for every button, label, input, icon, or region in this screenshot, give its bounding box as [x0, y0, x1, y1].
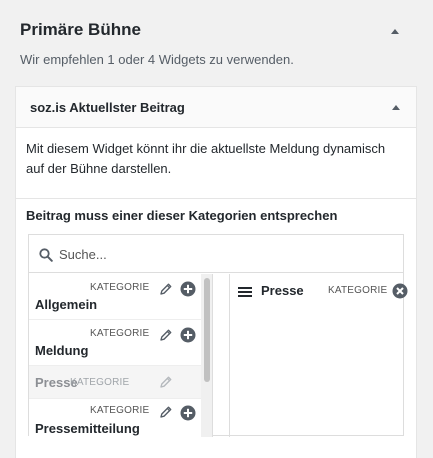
divider: [16, 198, 416, 199]
scrollbar[interactable]: [201, 274, 212, 437]
list-item-disabled: Presse KATEGORIE: [29, 366, 201, 399]
search-bar: [29, 235, 403, 273]
item-type-label: KATEGORIE: [90, 328, 150, 339]
search-icon: [39, 248, 53, 262]
selected-list: Presse KATEGORIE: [229, 274, 408, 437]
plus-circle-icon[interactable]: [180, 327, 196, 343]
list-item[interactable]: KATEGORIE Pressemitteilung: [29, 399, 201, 437]
pencil-icon[interactable]: [159, 328, 173, 342]
list-item[interactable]: KATEGORIE Allgemein: [29, 274, 201, 320]
sidebar-area-header[interactable]: Primäre Bühne Wir empfehlen 1 oder 4 Wid…: [0, 0, 433, 80]
remove-circle-icon[interactable]: [392, 283, 408, 299]
pencil-icon[interactable]: [159, 282, 173, 296]
item-name: Allgemein: [35, 297, 98, 312]
drag-handle-icon[interactable]: [238, 287, 252, 297]
selected-item-name: Presse: [261, 283, 304, 298]
sidebar-area-description: Wir empfehlen 1 oder 4 Widgets zu verwen…: [20, 52, 294, 67]
item-name: Meldung: [35, 343, 89, 358]
item-type-label: KATEGORIE: [90, 405, 150, 416]
collapse-triangle-icon[interactable]: [390, 101, 402, 113]
selected-item-type: KATEGORIE: [328, 285, 388, 296]
pencil-icon: [160, 376, 172, 388]
category-field-label: Beitrag muss einer dieser Kategorien ent…: [26, 208, 338, 223]
item-name: Pressemitteilung: [35, 421, 140, 436]
search-input[interactable]: [59, 241, 389, 267]
widget-title: soz.is Aktuellster Beitrag: [30, 100, 185, 115]
scrollbar-thumb[interactable]: [204, 278, 210, 382]
collapse-triangle-icon[interactable]: [389, 25, 401, 37]
widget-header[interactable]: soz.is Aktuellster Beitrag: [16, 87, 416, 128]
selected-item[interactable]: Presse KATEGORIE: [230, 274, 408, 306]
item-type-label: KATEGORIE: [70, 377, 130, 388]
plus-circle-icon[interactable]: [180, 281, 196, 297]
plus-circle-icon[interactable]: [180, 405, 196, 421]
category-picker: KATEGORIE Allgemein KATEGORIE Meldung: [28, 234, 408, 437]
widget-description: Mit diesem Widget könnt ihr die aktuells…: [26, 141, 386, 176]
pencil-icon[interactable]: [159, 405, 173, 419]
item-type-label: KATEGORIE: [90, 282, 150, 293]
widget-panel: soz.is Aktuellster Beitrag Mit diesem Wi…: [15, 86, 417, 458]
available-list: KATEGORIE Allgemein KATEGORIE Meldung Pr…: [29, 274, 213, 437]
list-item[interactable]: KATEGORIE Meldung: [29, 320, 201, 366]
sidebar-area: Primäre Bühne Wir empfehlen 1 oder 4 Wid…: [0, 0, 433, 458]
sidebar-area-title: Primäre Bühne: [20, 20, 141, 39]
